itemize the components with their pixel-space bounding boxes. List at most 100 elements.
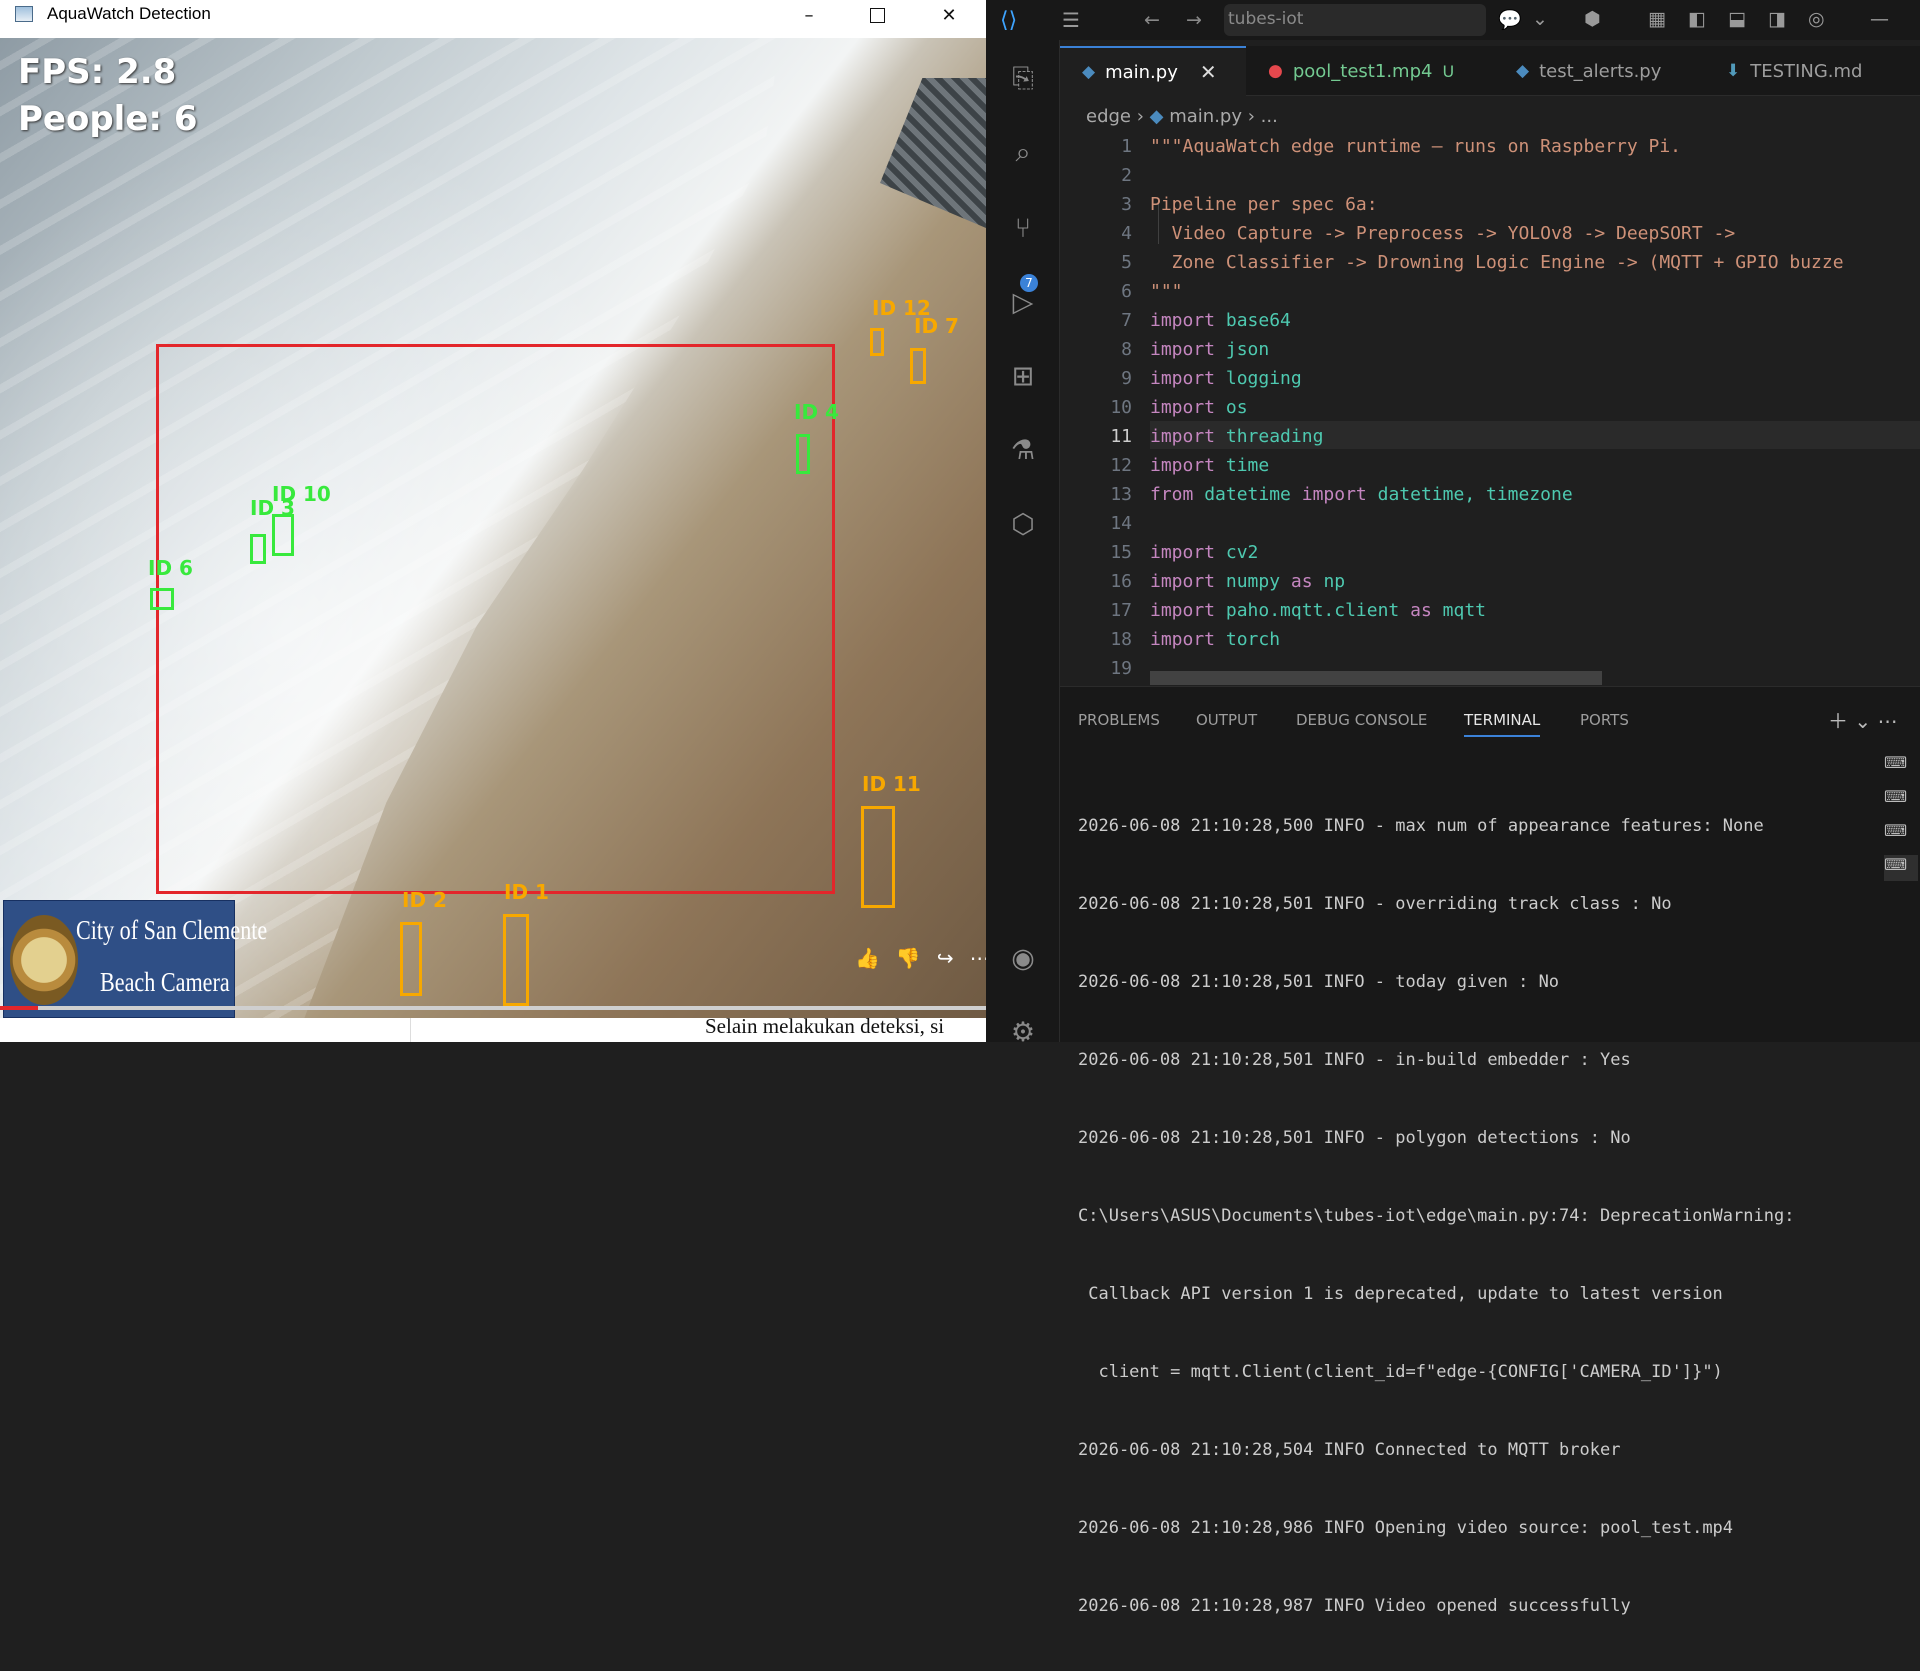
settings-gear-icon[interactable]: ⚙: [1006, 1016, 1040, 1050]
remote-box-icon[interactable]: ⬡: [1006, 508, 1040, 542]
line-number: 15: [1110, 542, 1132, 563]
globe-icon[interactable]: ◎: [1808, 8, 1825, 30]
terminal-line: 2026-06-08 21:10:28,501 INFO - today giv…: [1078, 972, 1560, 992]
track-box: [503, 914, 529, 1006]
back-arrow-icon[interactable]: ←: [1144, 9, 1160, 31]
rocks: [880, 78, 986, 228]
untracked-marker: U: [1442, 61, 1455, 81]
code-editor[interactable]: 1 2 3 4 5 6 7 8 9 10 11 12 13 14 15 16 1…: [1060, 136, 1920, 686]
code-line: import base64: [1150, 310, 1291, 331]
tab-main-py[interactable]: ◆ main.py ✕: [1060, 46, 1246, 96]
bottom-panel: PROBLEMS OUTPUT DEBUG CONSOLE TERMINAL P…: [1060, 686, 1920, 1616]
code-line: """: [1150, 281, 1183, 302]
like-icon[interactable]: 👍: [855, 946, 880, 970]
tab-debug-console[interactable]: DEBUG CONSOLE: [1296, 711, 1427, 729]
search-icon[interactable]: ⌕: [1006, 136, 1040, 170]
breadcrumb-file[interactable]: main.py: [1169, 106, 1242, 127]
line-number: 19: [1110, 658, 1132, 679]
more-icon[interactable]: ⋯: [970, 946, 986, 970]
video-controls: 👍 👎 ↪ ⋯: [855, 946, 986, 970]
terminal-output[interactable]: 2026-06-08 21:10:28,500 INFO - max num o…: [1078, 761, 1794, 1671]
tab-testing-md[interactable]: ⬇ TESTING.md: [1704, 46, 1920, 96]
chevron-right-icon: ›: [1136, 106, 1150, 127]
track-box: [796, 434, 810, 474]
share-icon[interactable]: ↪: [937, 946, 954, 970]
chevron-down-icon[interactable]: ⌄: [1532, 8, 1548, 30]
close-button[interactable]: ✕: [915, 0, 983, 30]
code-line: import cv2: [1150, 542, 1259, 563]
track-box: [861, 806, 895, 908]
editor-tabs: ◆ main.py ✕ ● pool_test1.mp4 U ◆ test_al…: [1060, 46, 1920, 96]
tab-ports[interactable]: PORTS: [1580, 711, 1629, 729]
toggle-secondary-sidebar-icon[interactable]: ◨: [1768, 8, 1786, 30]
aquawatch-titlebar[interactable]: AquaWatch Detection – ✕: [0, 0, 986, 30]
line-number: 10: [1110, 397, 1132, 418]
terminal-line: 2026-06-08 21:10:28,500 INFO - max num o…: [1078, 816, 1764, 836]
testing-flask-icon[interactable]: ⚗: [1006, 434, 1040, 468]
dislike-icon[interactable]: 👎: [896, 946, 921, 970]
tab-problems[interactable]: PROBLEMS: [1078, 711, 1160, 729]
progress-fill: [0, 1006, 38, 1010]
breadcrumb-folder[interactable]: edge: [1086, 106, 1131, 127]
code-line: import numpy as np: [1150, 571, 1346, 592]
tab-output[interactable]: OUTPUT: [1196, 711, 1257, 729]
code-line: Pipeline per spec 6a:: [1150, 194, 1378, 215]
track-label: ID 1: [504, 880, 549, 904]
terminal-line: C:\Users\ASUS\Documents\tubes-iot\edge\m…: [1078, 1206, 1795, 1226]
close-icon[interactable]: ✕: [1200, 60, 1217, 84]
video-progress-bar[interactable]: [0, 1006, 986, 1010]
logo-text-line1: City of San Clemente: [76, 915, 268, 945]
track-label: ID 4: [794, 400, 839, 424]
track-box: [250, 534, 266, 564]
track-box: [910, 348, 926, 384]
minimize-button[interactable]: –: [775, 0, 843, 30]
breadcrumb-symbol[interactable]: ...: [1261, 106, 1278, 127]
line-number: 2: [1121, 165, 1132, 186]
code-line: from datetime import datetime, timezone: [1150, 484, 1573, 505]
copilot-chat-icon[interactable]: 💬: [1498, 8, 1522, 31]
line-number: 6: [1121, 281, 1132, 302]
python-file-icon: ◆: [1516, 61, 1530, 81]
source-control-icon[interactable]: ⑂: [1006, 212, 1040, 246]
line-number: 8: [1121, 339, 1132, 360]
extensions-icon[interactable]: ⊞: [1006, 360, 1040, 394]
new-terminal-plus-icon[interactable]: ＋ ⌄ ⋯: [1828, 705, 1897, 734]
tab-pool-test1-mp4[interactable]: ● pool_test1.mp4 U: [1246, 46, 1494, 96]
maximize-icon: [869, 7, 885, 23]
command-center-search[interactable]: tubes-iot: [1224, 4, 1486, 36]
line-number: 14: [1110, 513, 1132, 534]
minimize-icon[interactable]: —: [1870, 8, 1889, 30]
markdown-file-icon: ⬇: [1726, 61, 1741, 81]
code-line: import torch: [1150, 629, 1281, 650]
run-debug-icon[interactable]: ▷: [1006, 286, 1040, 320]
line-number: 4: [1121, 223, 1132, 244]
toggle-sidebar-icon[interactable]: ◧: [1688, 8, 1706, 30]
track-label: ID 7: [914, 314, 959, 338]
toggle-panel-icon[interactable]: ⬓: [1728, 8, 1746, 30]
terminal-instance-icon[interactable]: ⌨: [1884, 855, 1918, 881]
accounts-shield-icon[interactable]: ⬢: [1584, 8, 1601, 30]
terminal-line: 2026-06-08 21:10:28,987 INFO Video opene…: [1078, 1596, 1631, 1616]
fps-readout: FPS: 2.8: [18, 52, 177, 92]
layout-icon[interactable]: ▦: [1648, 8, 1666, 30]
vscode-window: ⟨⟩ ☰ ← → tubes-iot 💬 ⌄ ⬢ ▦ ◧ ⬓ ◨ ◎ — ⎘ ⌕…: [986, 0, 1920, 1616]
code-line: import threading: [1150, 426, 1324, 447]
menu-icon[interactable]: ☰: [1062, 8, 1080, 32]
tab-test-alerts-py[interactable]: ◆ test_alerts.py: [1494, 46, 1704, 96]
terminal-instance-icon[interactable]: ⌨: [1884, 821, 1918, 847]
forward-arrow-icon[interactable]: →: [1186, 9, 1202, 31]
terminal-line: 2026-06-08 21:10:28,986 INFO Opening vid…: [1078, 1518, 1734, 1538]
explorer-icon[interactable]: ⎘: [1006, 62, 1040, 96]
terminal-instance-icon[interactable]: ⌨: [1884, 787, 1918, 813]
horizontal-scrollbar[interactable]: [1150, 671, 1602, 685]
track-box: [272, 514, 294, 556]
maximize-button[interactable]: [843, 0, 911, 30]
document-divider: [410, 1018, 411, 1042]
account-icon[interactable]: ◉: [1006, 942, 1040, 976]
line-number: 5: [1121, 252, 1132, 273]
danger-zone-rectangle: [156, 344, 835, 894]
code-line: """AquaWatch edge runtime — runs on Rasp…: [1150, 136, 1682, 157]
tab-terminal[interactable]: TERMINAL: [1464, 711, 1541, 737]
chevron-right-icon: ›: [1247, 106, 1261, 127]
terminal-instance-icon[interactable]: ⌨: [1884, 753, 1918, 779]
